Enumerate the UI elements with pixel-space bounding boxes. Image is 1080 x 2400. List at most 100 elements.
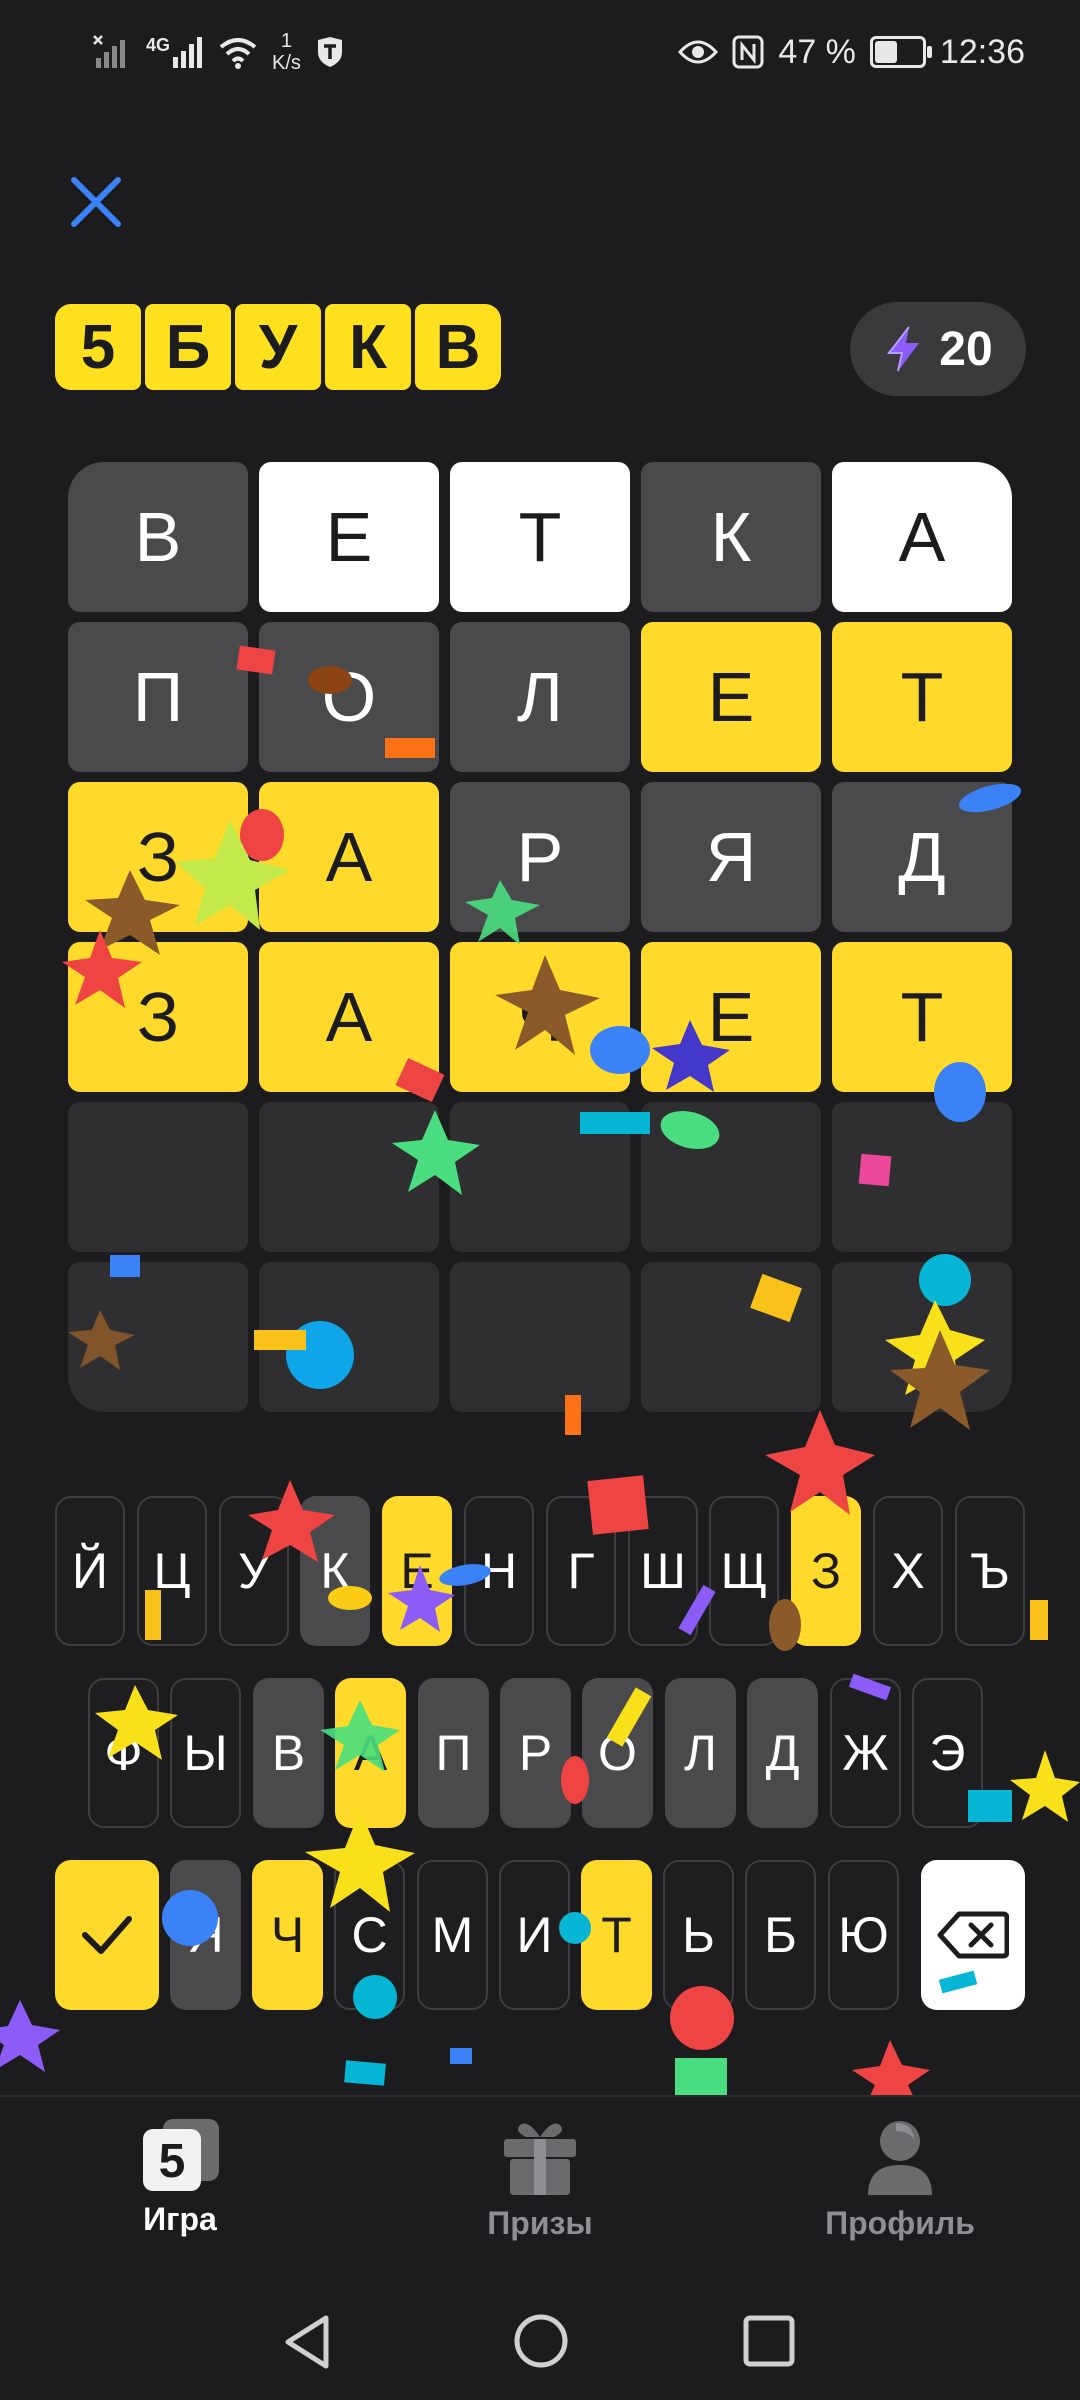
speed-unit: K/s [272,52,301,74]
profile-icon [868,2121,932,2195]
keyboard-row-2: ФЫВАПРОЛДЖЭ [0,1678,1080,1832]
grid-cell [259,1102,439,1252]
key-Х[interactable]: Х [873,1496,943,1646]
key-Т[interactable]: Т [581,1860,652,2010]
shield-t-icon [317,37,342,67]
grid-cell [832,1102,1012,1252]
home-nav-icon[interactable] [512,2312,570,2370]
nav-label-prizes: Призы [487,2205,593,2241]
key-О[interactable]: О [582,1678,653,1828]
logo-letter: В [415,304,501,390]
logo-letter: У [235,304,321,390]
backspace-button[interactable] [921,1860,1025,2010]
grid-cell: Я [641,782,821,932]
network-type: 4G [146,35,171,55]
keyboard-row-3: ЯЧСМИТЬБЮ [0,1860,1080,2014]
game-logo: 5 Б У К В [55,304,501,390]
grid-cell: Е [641,622,821,772]
grid-cell: К [641,462,821,612]
grid-cell: Т [832,622,1012,772]
key-И[interactable]: И [499,1860,570,2010]
grid-cell: В [68,462,248,612]
key-Д[interactable]: Д [747,1678,818,1828]
key-Ф[interactable]: Ф [88,1678,159,1828]
system-nav-bar [0,2280,1080,2400]
key-Й[interactable]: Й [55,1496,125,1646]
no-sim-signal-icon [93,35,125,68]
key-З[interactable]: З [791,1496,861,1646]
grid-cell [68,1262,248,1412]
key-Л[interactable]: Л [665,1678,736,1828]
key-К[interactable]: К [300,1496,370,1646]
nav-label-profile: Профиль [825,2205,975,2241]
key-Э[interactable]: Э [912,1678,983,1828]
grid-cell [68,1102,248,1252]
checkmark-icon [82,1916,132,1954]
grid-cell: Л [450,622,630,772]
grid-cell [259,1262,439,1412]
enter-button[interactable] [55,1860,159,2010]
nav-item-prizes[interactable]: Призы [415,2117,665,2242]
key-М[interactable]: М [417,1860,488,2010]
key-Ш[interactable]: Ш [628,1496,698,1646]
key-Ы[interactable]: Ы [170,1678,241,1828]
gift-icon [504,2123,576,2195]
battery-fill [874,41,897,63]
key-Я[interactable]: Я [170,1860,241,2010]
nfc-icon [732,35,764,69]
key-У[interactable]: У [219,1496,289,1646]
key-Г[interactable]: Г [546,1496,616,1646]
key-Ъ[interactable]: Ъ [955,1496,1025,1646]
keyboard-row-1: ЙЦУКЕНГШЩЗХЪ [0,1496,1080,1650]
bottom-nav: 5 Игра Призы Профиль [0,2095,1080,2277]
close-icon [71,177,121,227]
battery-icon [869,36,932,68]
nav-item-profile[interactable]: Профиль [775,2117,1025,2242]
grid-cell: З [68,942,248,1092]
status-right: 47 % 12:36 [678,22,1025,82]
grid-cell: Е [259,462,439,612]
recents-nav-icon[interactable] [742,2314,796,2368]
grid-cell [641,1262,821,1412]
backspace-icon [937,1911,1009,1959]
key-Щ[interactable]: Щ [709,1496,779,1646]
grid-cell: Е [641,942,821,1092]
grid-cell [832,1262,1012,1412]
status-bar: 4G 1 K/s 47 % 12:36 [0,0,1080,105]
grid-cell: Т [832,942,1012,1092]
grid-cell: Т [450,462,630,612]
key-Ц[interactable]: Ц [137,1496,207,1646]
lightning-icon [887,326,920,372]
word-grid: ВЕТКАПОЛЕТЗАРЯДЗАЧЕТ [68,462,1012,1412]
key-Ь[interactable]: Ь [663,1860,734,2010]
logo-letter: К [325,304,411,390]
key-Е[interactable]: Е [382,1496,452,1646]
key-Ч[interactable]: Ч [252,1860,323,2010]
nav-item-game[interactable]: 5 Игра [55,2117,305,2238]
wifi-icon [219,38,257,69]
grid-cell: А [259,942,439,1092]
logo-letter: 5 [55,304,141,390]
nav-label-game: Игра [143,2201,217,2237]
network-speed: 1 K/s [272,30,301,74]
key-Ю[interactable]: Ю [828,1860,899,2010]
key-Н[interactable]: Н [464,1496,534,1646]
key-Ж[interactable]: Ж [830,1678,901,1828]
key-В[interactable]: В [253,1678,324,1828]
speed-value: 1 [280,30,293,52]
back-nav-icon[interactable] [280,2312,336,2372]
grid-cell: А [259,782,439,932]
energy-counter[interactable]: 20 [850,302,1026,396]
key-С[interactable]: С [334,1860,405,2010]
svg-text:5: 5 [159,2135,186,2188]
key-А[interactable]: А [335,1678,406,1828]
key-Р[interactable]: Р [500,1678,571,1828]
key-П[interactable]: П [418,1678,489,1828]
grid-cell: Д [832,782,1012,932]
grid-cell: А [832,462,1012,612]
grid-cell: Р [450,782,630,932]
grid-cell [641,1102,821,1252]
key-Б[interactable]: Б [745,1860,816,2010]
game-5-icon: 5 [143,2119,219,2191]
close-button[interactable] [62,168,130,236]
